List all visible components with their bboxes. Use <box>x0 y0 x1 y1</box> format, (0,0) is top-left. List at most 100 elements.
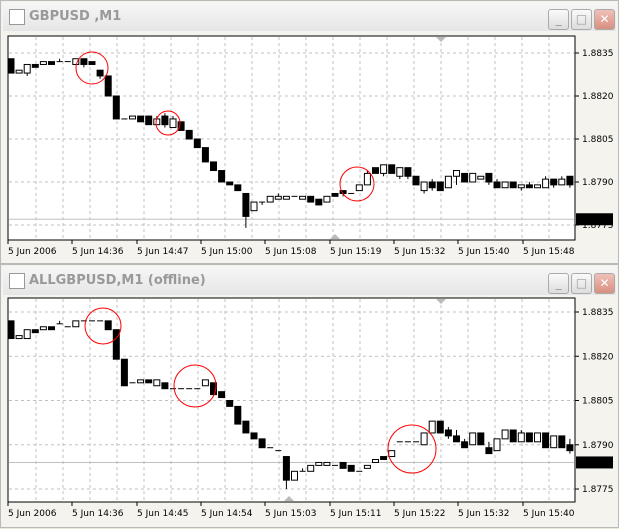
candle-bearish <box>525 432 533 443</box>
candle-bearish <box>331 192 339 197</box>
candle-bearish <box>104 320 112 331</box>
candle-bearish <box>31 63 39 68</box>
candle-bearish <box>80 58 88 65</box>
candle-bullish <box>453 170 460 177</box>
candle-bullish <box>501 429 509 440</box>
candle-bullish <box>380 164 388 174</box>
candle-bearish <box>137 115 145 123</box>
candle-bearish <box>372 167 379 174</box>
candle-bearish <box>485 447 493 455</box>
candle-bearish <box>566 175 574 186</box>
candle-bearish <box>120 358 128 387</box>
candle-bullish <box>517 184 525 189</box>
candle-bearish <box>193 138 201 149</box>
price-label: 1.8835 <box>582 49 614 59</box>
candle-bullish <box>72 320 80 328</box>
candle-bearish <box>48 326 55 331</box>
candle-bearish <box>31 329 39 334</box>
candle-bearish <box>388 164 396 174</box>
charts-canvas[interactable]: 1.8835 1.8820 1.8805 1.8790 1.8775 5 Jun 2006… <box>0 0 619 529</box>
candle-bullish <box>444 175 452 189</box>
candle-bullish <box>542 178 550 189</box>
candle-bearish <box>428 181 436 189</box>
candle-bearish <box>477 432 485 446</box>
chart-1: 1.8835 1.8820 1.8805 1.8790 1.8775 5 Jun 2006… <box>7 297 614 519</box>
candle-bearish <box>242 420 250 434</box>
candle-bearish <box>461 441 469 449</box>
candle-bullish <box>39 61 47 65</box>
price-label: 1.8790 <box>582 441 614 451</box>
candle-bearish <box>48 61 55 65</box>
candle-bullish <box>137 379 145 384</box>
price-label: 1.8835 <box>582 308 614 318</box>
time-label: 5 Jun 15:40 <box>523 509 575 519</box>
time-label: 5 Jun 15:40 <box>458 247 510 257</box>
candle-bearish <box>161 382 169 390</box>
time-label: 5 Jun 14:36 <box>72 247 124 257</box>
candle-bearish <box>185 129 193 140</box>
candle-bearish <box>509 429 517 443</box>
candle-bearish <box>566 444 574 452</box>
candle-bullish <box>355 184 363 192</box>
candle-bullish <box>15 335 23 340</box>
candle-bearish <box>380 456 388 460</box>
candle-bullish <box>39 326 47 331</box>
candle-bearish <box>404 167 412 177</box>
candle-bearish <box>339 461 347 469</box>
time-label: 5 Jun 15:22 <box>394 509 445 519</box>
time-label: 5 Jun 15:11 <box>330 509 381 519</box>
candle-bullish <box>274 195 282 200</box>
candle-bearish <box>347 464 355 472</box>
price-label: 1.8820 <box>582 92 614 102</box>
price-label: 1.8820 <box>582 352 614 362</box>
candle-bearish <box>7 58 15 74</box>
candle-bullish <box>534 184 541 189</box>
candle-bullish <box>266 195 274 203</box>
time-label: 5 Jun 14:47 <box>137 247 188 257</box>
price-label: 1.8790 <box>582 178 614 188</box>
candle-bullish <box>534 432 541 443</box>
candle-bearish <box>436 420 444 434</box>
time-label: 5 Jun 14:54 <box>201 509 253 519</box>
candle-bearish <box>226 400 234 407</box>
time-label: 5 Jun 2006 <box>8 509 57 519</box>
candle-bullish <box>501 181 509 189</box>
candle-bullish <box>323 195 331 203</box>
time-label: 5 Jun 15:00 <box>201 247 253 257</box>
candle-bearish <box>112 95 120 120</box>
candle-bullish <box>23 329 31 340</box>
candle-bullish <box>517 432 525 443</box>
last-price-label: 1.8777 <box>579 215 611 225</box>
candle-bullish <box>388 450 396 458</box>
candle-bullish <box>323 461 331 466</box>
candle-bearish <box>145 115 153 126</box>
candle-bearish <box>234 405 242 425</box>
candle-bearish <box>525 184 533 189</box>
candle-bearish <box>7 320 15 340</box>
candle-bullish <box>282 195 290 200</box>
candle-bearish <box>210 161 217 172</box>
candle-bullish <box>201 379 209 387</box>
candle-bearish <box>145 379 153 384</box>
candle-bearish <box>493 181 501 189</box>
time-label: 5 Jun 14:45 <box>137 509 188 519</box>
candle-bearish <box>104 75 112 97</box>
candle-bearish <box>112 329 120 360</box>
candle-bearish <box>226 181 234 186</box>
candle-bullish <box>363 172 371 186</box>
candle-bullish <box>396 167 404 177</box>
candle-bullish <box>363 464 371 469</box>
candle-bullish <box>315 461 323 466</box>
time-label: 5 Jun 15:32 <box>458 509 509 519</box>
candle-bearish <box>485 172 493 183</box>
candle-bullish <box>469 432 477 446</box>
candle-bullish <box>15 69 23 74</box>
time-label: 5 Jun 15:48 <box>523 247 575 257</box>
candle-bearish <box>258 438 266 449</box>
candle-bearish <box>282 456 290 481</box>
candle-bullish <box>477 175 485 180</box>
candle-bearish <box>201 147 209 163</box>
candle-bullish <box>420 181 428 192</box>
candle-bearish <box>542 432 550 449</box>
candle-bearish <box>88 61 96 65</box>
